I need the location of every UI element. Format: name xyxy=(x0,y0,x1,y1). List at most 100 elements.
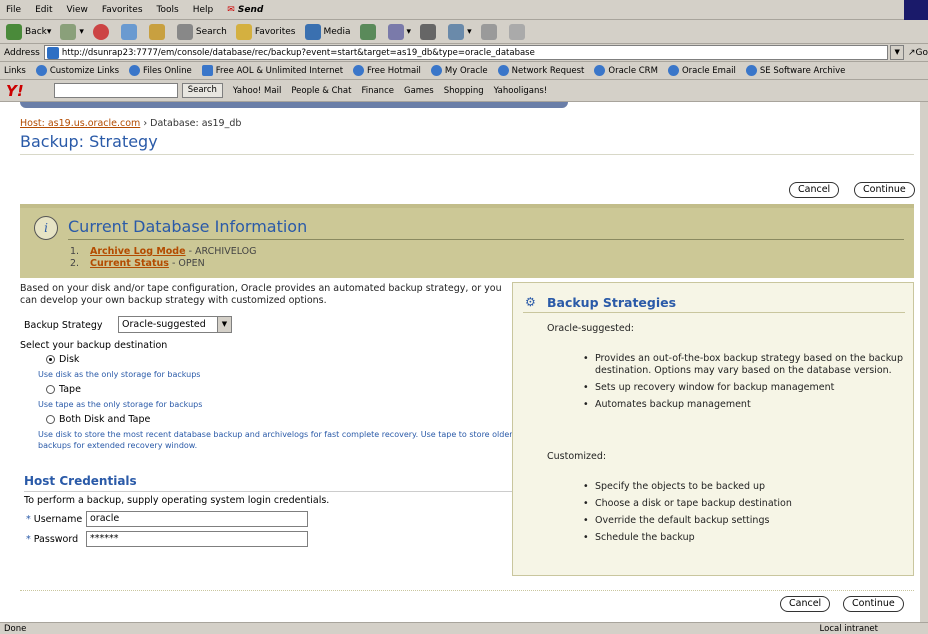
link-oracle-crm[interactable]: Oracle CRM xyxy=(594,65,658,76)
yahoo-logo-icon[interactable]: Y! xyxy=(6,82,24,100)
mail-button[interactable]: ▾ xyxy=(387,23,411,40)
vertical-scrollbar[interactable] xyxy=(920,102,928,622)
link-text: SE Software Archive xyxy=(759,65,846,76)
password-label: * Password xyxy=(26,534,78,545)
history-icon xyxy=(359,23,376,40)
zone-text: Local intranet xyxy=(819,623,878,634)
address-input[interactable]: http://dsunrap23:7777/em/console/databas… xyxy=(43,45,889,60)
continue-button-bottom[interactable]: Continue xyxy=(843,596,904,612)
yahoo-toolbar: Y! Search Yahoo! Mail People & Chat Fina… xyxy=(0,80,928,102)
yahoo-search-input[interactable] xyxy=(53,83,178,98)
oracle-suggested-list: Provides an out-of-the-box backup strate… xyxy=(583,353,905,416)
link-network-request[interactable]: Network Request xyxy=(497,65,584,76)
discuss-button[interactable] xyxy=(480,23,500,40)
home-button[interactable] xyxy=(148,23,168,40)
menu-help[interactable]: Help xyxy=(193,5,214,15)
yahoo-shopping[interactable]: Shopping xyxy=(444,86,484,96)
page-title: Backup: Strategy xyxy=(20,132,158,151)
radio-both-disk-tape[interactable]: Both Disk and Tape xyxy=(46,414,150,425)
info-item-number: 1. xyxy=(70,246,80,257)
yahoo-people-chat[interactable]: People & Chat xyxy=(291,86,351,96)
search-icon xyxy=(176,23,193,40)
link-my-oracle[interactable]: My Oracle xyxy=(430,65,488,76)
link-customize[interactable]: Customize Links xyxy=(35,65,119,76)
backup-strategy-select[interactable]: Oracle-suggested ▼ xyxy=(118,316,232,333)
backup-strategies-panel: ⚙ Backup Strategies Oracle-suggested: Pr… xyxy=(512,282,914,576)
media-button[interactable]: Media xyxy=(304,23,351,40)
list-item: Override the default backup settings xyxy=(583,515,905,527)
ie-icon xyxy=(594,65,606,76)
username-field[interactable]: oracle xyxy=(86,511,308,527)
print-button[interactable] xyxy=(420,23,439,40)
edit-button[interactable]: ▾ xyxy=(448,23,472,40)
password-label-text: Password xyxy=(33,534,79,545)
breadcrumb-host-link[interactable]: Host: as19.us.oracle.com xyxy=(20,118,140,129)
link-files-online[interactable]: Files Online xyxy=(129,65,192,76)
menu-edit[interactable]: Edit xyxy=(35,5,52,15)
link-aol[interactable]: Free AOL & Unlimited Internet xyxy=(201,65,344,76)
yahoo-mail[interactable]: Yahoo! Mail xyxy=(233,86,281,96)
archive-log-mode-link[interactable]: Archive Log Mode xyxy=(90,246,186,257)
send-menu[interactable]: ✉ Send xyxy=(227,5,263,15)
link-oracle-email[interactable]: Oracle Email xyxy=(667,65,736,76)
breadcrumb-current: Database: as19_db xyxy=(150,118,242,129)
links-label: Links xyxy=(4,65,26,76)
radio-label: Disk xyxy=(59,354,80,365)
link-text: Free AOL & Unlimited Internet xyxy=(215,65,344,76)
radio-unselected-icon xyxy=(46,385,55,394)
address-dropdown-icon[interactable]: ▼ xyxy=(890,45,904,60)
continue-button-top[interactable]: Continue xyxy=(854,182,915,198)
forward-button[interactable]: ▾ xyxy=(60,23,84,40)
radio-tape[interactable]: Tape xyxy=(46,384,81,395)
print-icon xyxy=(420,23,437,40)
history-button[interactable] xyxy=(359,23,379,40)
radio-label: Both Disk and Tape xyxy=(59,414,151,425)
discuss-icon xyxy=(480,23,497,40)
cancel-button-bottom[interactable]: Cancel xyxy=(780,596,831,612)
cancel-button-top[interactable]: Cancel xyxy=(789,182,840,198)
breadcrumb: Host: as19.us.oracle.com › Database: as1… xyxy=(20,118,241,129)
search-button[interactable]: Search xyxy=(176,23,227,40)
forward-arrow-icon xyxy=(60,23,77,40)
refresh-button[interactable] xyxy=(120,23,140,40)
list-item: Specify the objects to be backed up xyxy=(583,481,905,493)
link-hotmail[interactable]: Free Hotmail xyxy=(353,65,421,76)
ie-icon xyxy=(430,65,442,76)
stop-button[interactable] xyxy=(92,23,112,40)
ie-icon xyxy=(35,65,47,76)
yahoo-search-button[interactable]: Search xyxy=(181,83,223,98)
back-label: Back xyxy=(25,26,47,37)
yahooligans[interactable]: Yahooligans! xyxy=(494,86,548,96)
intro-text: Based on your disk and/or tape configura… xyxy=(20,283,502,306)
breadcrumb-separator: › xyxy=(143,118,148,129)
oracle-suggested-head: Oracle-suggested: xyxy=(547,323,634,334)
menu-view[interactable]: View xyxy=(67,5,88,15)
menu-tools[interactable]: Tools xyxy=(157,5,179,15)
link-text: Oracle CRM xyxy=(608,65,658,76)
info-item-value: - ARCHIVELOG xyxy=(185,246,257,257)
back-arrow-icon xyxy=(6,23,22,40)
side-divider xyxy=(523,312,905,313)
browser-toolbar: Back ▾ ▾ Search Favorites Media ▾ ▾ xyxy=(0,20,928,44)
current-status-link[interactable]: Current Status xyxy=(90,258,169,269)
radio-disk[interactable]: Disk xyxy=(46,354,79,365)
back-button[interactable]: Back ▾ xyxy=(6,23,51,40)
favorites-button[interactable]: Favorites xyxy=(235,23,296,40)
info-item: 2. Current Status - OPEN xyxy=(70,258,257,270)
list-item: Provides an out-of-the-box backup strate… xyxy=(583,353,905,377)
menu-favorites[interactable]: Favorites xyxy=(102,5,143,15)
ie-icon xyxy=(667,65,679,76)
aol-icon xyxy=(201,65,213,76)
yahoo-finance[interactable]: Finance xyxy=(361,86,394,96)
menu-file[interactable]: File xyxy=(6,5,21,15)
link-se-software[interactable]: SE Software Archive xyxy=(745,65,846,76)
password-field[interactable]: ****** xyxy=(86,531,308,547)
radio-label: Tape xyxy=(59,384,81,395)
messenger-button[interactable] xyxy=(508,23,528,40)
go-button[interactable]: ↗Go xyxy=(908,48,928,58)
info-bar xyxy=(20,204,914,208)
credentials-intro: To perform a backup, supply operating sy… xyxy=(24,495,330,506)
yahoo-games[interactable]: Games xyxy=(404,86,434,96)
info-divider xyxy=(68,239,904,240)
tape-hint: Use tape as the only storage for backups xyxy=(38,400,203,409)
